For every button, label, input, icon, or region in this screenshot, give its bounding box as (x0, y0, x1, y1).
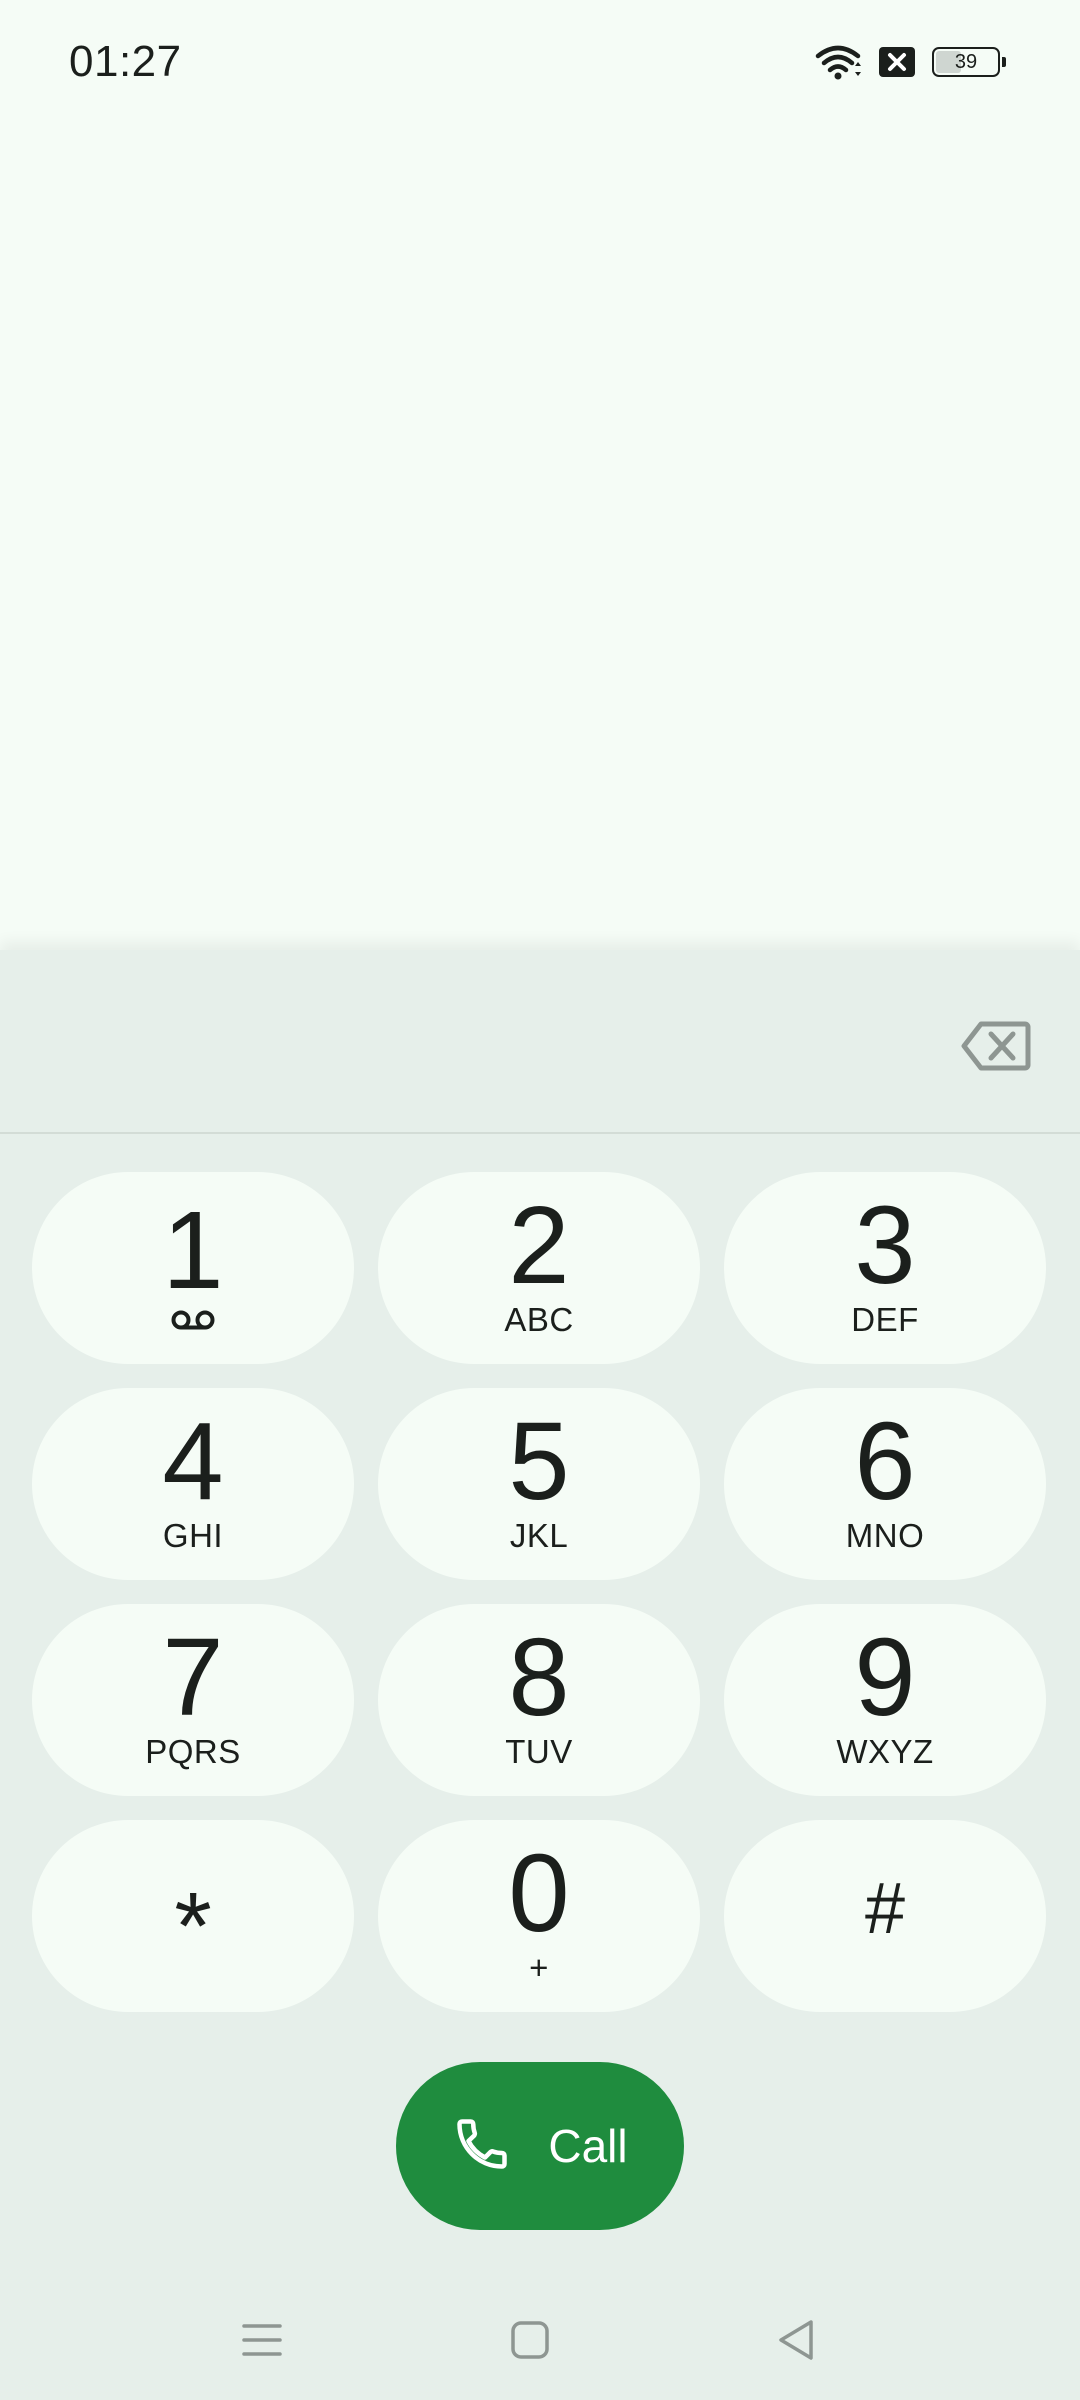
key-letters: TUV (505, 1733, 573, 1770)
call-label: Call (548, 2120, 628, 2172)
dialpad-key-4[interactable]: 4 GHI (32, 1388, 354, 1580)
dialpad-key-5[interactable]: 5 JKL (378, 1388, 700, 1580)
key-letters: DEF (851, 1301, 919, 1338)
key-digit: 2 (508, 1184, 570, 1307)
dialpad-key-hash[interactable]: # (724, 1820, 1046, 2012)
recents-menu-icon (240, 2320, 284, 2365)
digits-field[interactable] (60, 1000, 900, 1080)
key-letters: MNO (845, 1517, 925, 1554)
status-time: 01:27 (69, 37, 182, 86)
status-bar: 01:27 39 (0, 0, 1080, 124)
key-digit: 8 (508, 1616, 570, 1739)
key-digit: 5 (508, 1400, 570, 1523)
key-letters: PQRS (145, 1733, 241, 1770)
navigation-bar (0, 2280, 1080, 2400)
key-digit: 6 (854, 1400, 916, 1523)
dialpad-key-0[interactable]: 0 + (378, 1820, 700, 2012)
dialpad-key-star[interactable]: * (32, 1820, 354, 2012)
dialer-content-area (0, 124, 1080, 950)
wifi-icon (814, 42, 862, 82)
key-letters: JKL (509, 1517, 569, 1554)
no-sim-icon (878, 46, 916, 78)
dialpad-key-2[interactable]: 2 ABC (378, 1172, 700, 1364)
dialpad-key-6[interactable]: 6 MNO (724, 1388, 1046, 1580)
home-button[interactable] (498, 2310, 562, 2374)
backspace-icon (961, 1020, 1031, 1077)
back-button[interactable] (764, 2310, 828, 2374)
key-digit: * (174, 1873, 212, 1980)
dialpad-key-7[interactable]: 7 PQRS (32, 1604, 354, 1796)
key-letters: WXYZ (836, 1733, 934, 1770)
backspace-button[interactable] (956, 1016, 1036, 1080)
dialpad-key-8[interactable]: 8 TUV (378, 1604, 700, 1796)
dialpad-sheet: 1 2 ABC 3 DEF 4 GHI 5 JKL 6 MNO 7 PQRS 8… (0, 950, 1080, 2400)
dialpad-key-1[interactable]: 1 (32, 1172, 354, 1364)
back-icon (775, 2318, 817, 2367)
recents-button[interactable] (230, 2310, 294, 2374)
battery-icon: 39 (932, 47, 1006, 77)
key-letters: GHI (162, 1517, 224, 1554)
digits-row (0, 950, 1080, 1134)
key-digit: 3 (854, 1184, 916, 1307)
call-button[interactable]: Call (396, 2062, 684, 2230)
phone-icon (452, 2114, 512, 2179)
key-letters: ABC (504, 1301, 574, 1338)
key-letters: + (529, 1949, 549, 1986)
key-digit: 0 (508, 1832, 570, 1955)
home-icon (509, 2319, 551, 2366)
battery-tip (1002, 57, 1006, 67)
key-digit: 4 (162, 1400, 224, 1523)
key-digit: 9 (854, 1616, 916, 1739)
voicemail-icon (170, 1309, 216, 1336)
key-digit: 1 (162, 1188, 224, 1312)
dialpad-key-3[interactable]: 3 DEF (724, 1172, 1046, 1364)
battery-level: 39 (954, 51, 978, 73)
key-digit: # (864, 1869, 906, 1949)
dialpad-key-9[interactable]: 9 WXYZ (724, 1604, 1046, 1796)
key-digit: 7 (162, 1616, 224, 1739)
status-icons: 39 (814, 40, 1006, 84)
